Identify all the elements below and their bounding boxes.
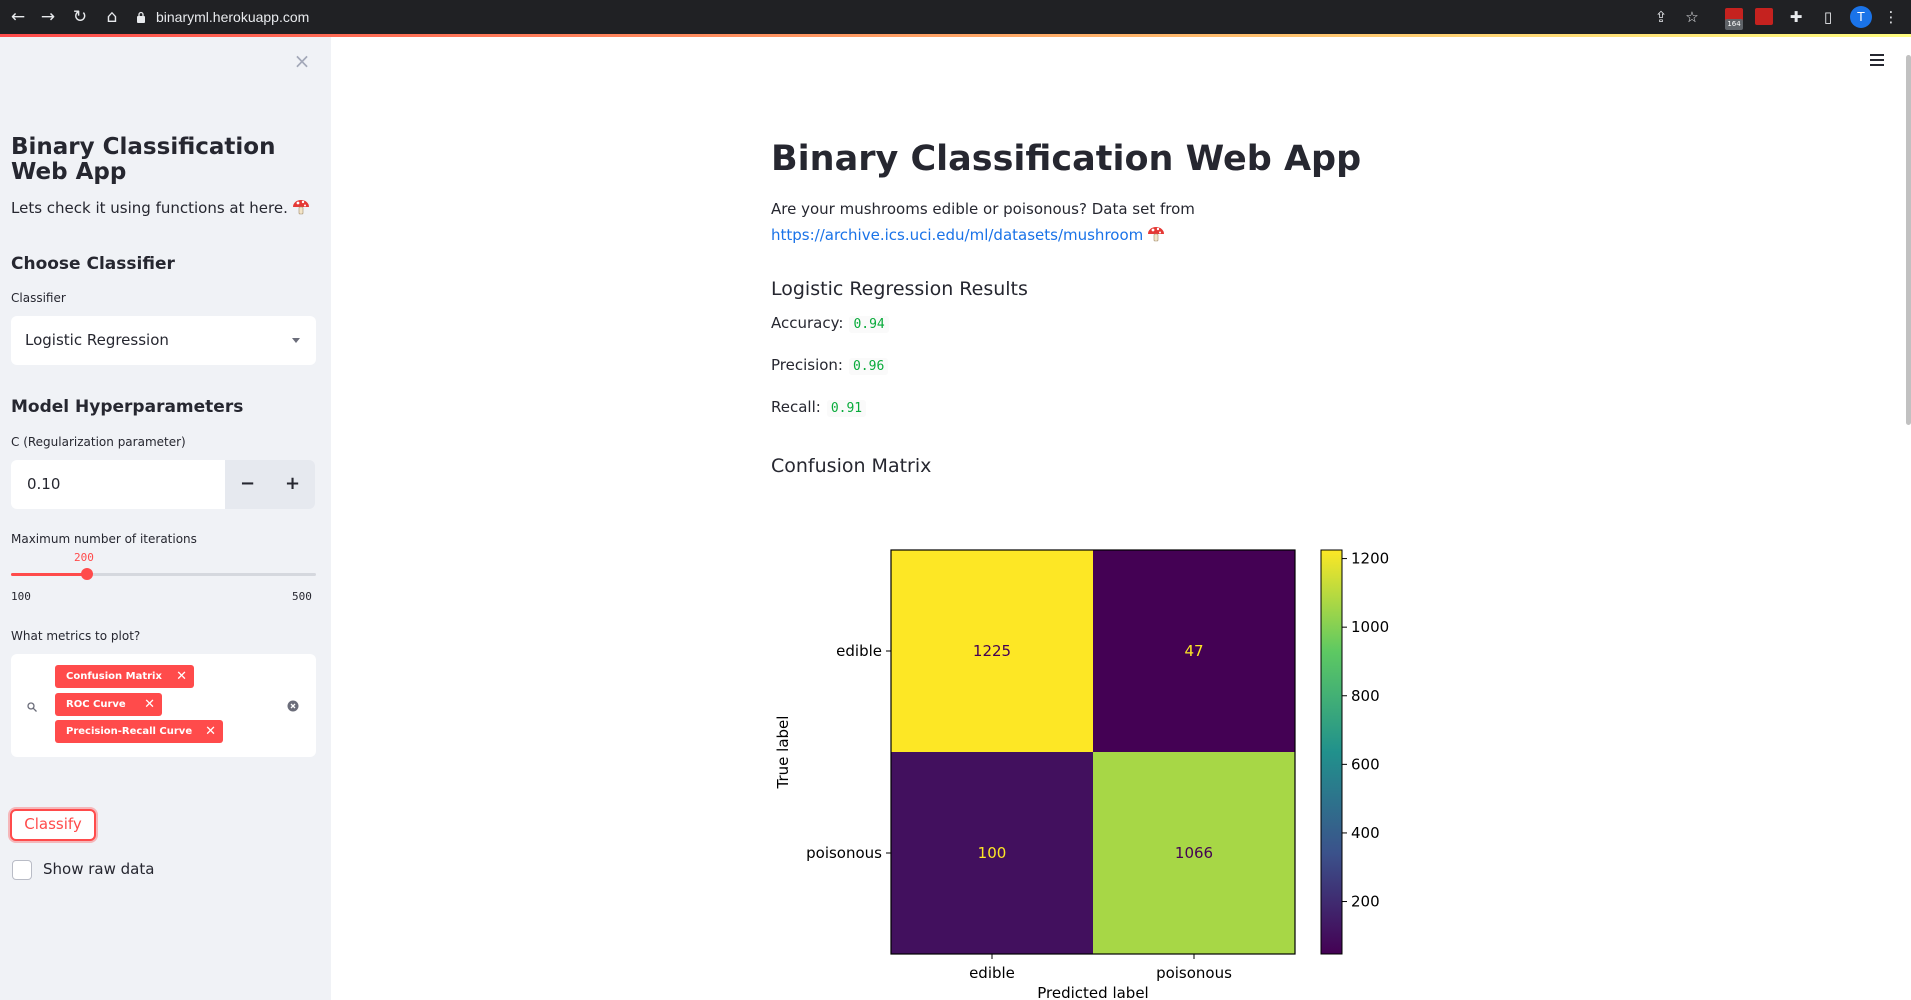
colorbar-tick-label: 400 bbox=[1351, 824, 1380, 842]
recall-value: 0.91 bbox=[826, 400, 867, 417]
y-axis-label: True label bbox=[774, 716, 792, 790]
chevron-down-icon bbox=[292, 338, 300, 343]
scrollbar[interactable] bbox=[1906, 55, 1911, 425]
cell-value-label: 1225 bbox=[973, 642, 1011, 660]
show-raw-data-checkbox[interactable] bbox=[12, 860, 32, 880]
accuracy-value: 0.94 bbox=[849, 316, 889, 333]
colorbar-tick-label: 600 bbox=[1351, 755, 1380, 773]
puzzle-extensions-icon[interactable]: ✚ bbox=[1785, 6, 1807, 28]
accuracy-row: Accuracy: 0.94 bbox=[771, 314, 889, 333]
confusion-matrix-heading: Confusion Matrix bbox=[771, 455, 932, 477]
show-raw-data-label[interactable]: Show raw data bbox=[43, 860, 154, 878]
accuracy-label: Accuracy: bbox=[771, 314, 844, 332]
metric-tag-roc-curve[interactable]: ROC Curve ✕ bbox=[55, 693, 162, 716]
hyperparameters-heading: Model Hyperparameters bbox=[11, 397, 244, 417]
slider-min-label: 100 bbox=[11, 590, 31, 603]
cell-value-label: 47 bbox=[1184, 642, 1203, 660]
precision-row: Precision: 0.96 bbox=[771, 356, 889, 375]
hamburger-menu-icon[interactable] bbox=[1868, 53, 1886, 67]
classifier-label: Classifier bbox=[11, 291, 66, 305]
x-axis-label: Predicted label bbox=[1037, 984, 1148, 1000]
colorbar-tick-label: 1200 bbox=[1351, 550, 1389, 568]
mushroom-icon bbox=[1148, 227, 1165, 242]
confusion-matrix-chart: 1225 47 100 1066 edible poisonous edible poison… bbox=[774, 549, 1389, 1000]
sidebar-subtitle: Lets check it using functions at here. bbox=[11, 198, 316, 217]
remove-tag-icon[interactable]: ✕ bbox=[176, 665, 187, 688]
sidebar: × Binary Classification Web App Lets che… bbox=[0, 37, 331, 1000]
max-iterations-label: Maximum number of iterations bbox=[11, 532, 197, 546]
max-iterations-slider[interactable] bbox=[11, 573, 316, 576]
metric-tag-label: Confusion Matrix bbox=[66, 671, 162, 682]
metric-tag-confusion-matrix[interactable]: Confusion Matrix ✕ bbox=[55, 665, 194, 688]
forward-icon[interactable]: → bbox=[36, 5, 60, 29]
slider-value: 200 bbox=[74, 551, 94, 564]
metric-tag-label: Precision-Recall Curve bbox=[66, 726, 193, 737]
home-icon[interactable]: ⌂ bbox=[100, 5, 124, 29]
bookmark-star-icon[interactable]: ☆ bbox=[1681, 6, 1703, 28]
classifier-select-value: Logistic Regression bbox=[25, 331, 169, 349]
more-menu-icon[interactable]: ⋮ bbox=[1880, 6, 1902, 28]
classify-button[interactable]: Classify bbox=[10, 809, 96, 841]
mushroom-icon bbox=[292, 200, 309, 215]
y-tick-label: poisonous bbox=[806, 844, 882, 862]
metrics-multiselect[interactable]: Confusion Matrix ✕ ROC Curve ✕ Precision-R… bbox=[11, 654, 316, 757]
metric-tag-precision-recall[interactable]: Precision-Recall Curve ✕ bbox=[55, 720, 223, 743]
lock-icon bbox=[137, 11, 145, 23]
colorbar-tick-label: 200 bbox=[1351, 893, 1380, 911]
description-text: Are your mushrooms edible or poisonous? … bbox=[771, 200, 1195, 218]
share-icon[interactable]: ⇪ bbox=[1650, 6, 1672, 28]
c-parameter-label: C (Regularization parameter) bbox=[11, 435, 186, 449]
slider-fill bbox=[11, 573, 88, 576]
page-title: Binary Classification Web App bbox=[771, 139, 1362, 179]
sidebar-title: Binary Classification Web App bbox=[11, 134, 276, 185]
address-bar[interactable]: binaryml.herokuapp.com bbox=[136, 4, 1636, 30]
avatar[interactable]: T bbox=[1850, 6, 1872, 28]
classifier-select[interactable]: Logistic Regression bbox=[11, 316, 316, 365]
side-panel-icon[interactable]: ▯ bbox=[1817, 6, 1839, 28]
precision-label: Precision: bbox=[771, 356, 843, 374]
dataset-link[interactable]: https://archive.ics.uci.edu/ml/datasets/… bbox=[771, 226, 1143, 244]
colorbar bbox=[1320, 549, 1343, 955]
browser-toolbar: ← → ↻ ⌂ binaryml.herokuapp.com ⇪ ☆ 164 ✚… bbox=[0, 0, 1911, 34]
choose-classifier-heading: Choose Classifier bbox=[11, 254, 175, 274]
y-tick-label: edible bbox=[836, 642, 882, 660]
colorbar-tick-label: 800 bbox=[1351, 687, 1380, 705]
cell-value-label: 1066 bbox=[1175, 844, 1213, 862]
reload-icon[interactable]: ↻ bbox=[68, 5, 92, 29]
slider-thumb[interactable] bbox=[81, 568, 93, 580]
precision-value: 0.96 bbox=[848, 358, 889, 375]
metrics-label: What metrics to plot? bbox=[11, 629, 141, 643]
recall-row: Recall: 0.91 bbox=[771, 398, 867, 417]
cell-value-label: 100 bbox=[978, 844, 1007, 862]
increment-button[interactable]: + bbox=[270, 460, 315, 509]
back-icon[interactable]: ← bbox=[6, 5, 30, 29]
colorbar-tick-label: 1000 bbox=[1351, 618, 1389, 636]
extension-badge: 164 bbox=[1725, 19, 1743, 30]
extension-icon-2[interactable] bbox=[1755, 8, 1773, 25]
recall-label: Recall: bbox=[771, 398, 821, 416]
metric-tag-label: ROC Curve bbox=[66, 699, 126, 710]
remove-tag-icon[interactable]: ✕ bbox=[144, 693, 155, 716]
page-description: Are your mushrooms edible or poisonous? … bbox=[771, 196, 1195, 248]
slider-max-label: 500 bbox=[292, 590, 312, 603]
clear-all-icon[interactable] bbox=[287, 700, 299, 712]
c-parameter-input[interactable]: 0.10 bbox=[11, 460, 225, 509]
sidebar-subtitle-text: Lets check it using functions at here. bbox=[11, 199, 288, 217]
search-icon bbox=[27, 702, 37, 712]
x-tick-label: edible bbox=[969, 964, 1015, 982]
remove-tag-icon[interactable]: ✕ bbox=[205, 720, 216, 743]
url-text: binaryml.herokuapp.com bbox=[156, 9, 310, 25]
results-heading: Logistic Regression Results bbox=[771, 278, 1028, 300]
x-tick-label: poisonous bbox=[1156, 964, 1232, 982]
decrement-button[interactable]: − bbox=[225, 460, 270, 509]
close-icon[interactable]: × bbox=[292, 51, 312, 71]
